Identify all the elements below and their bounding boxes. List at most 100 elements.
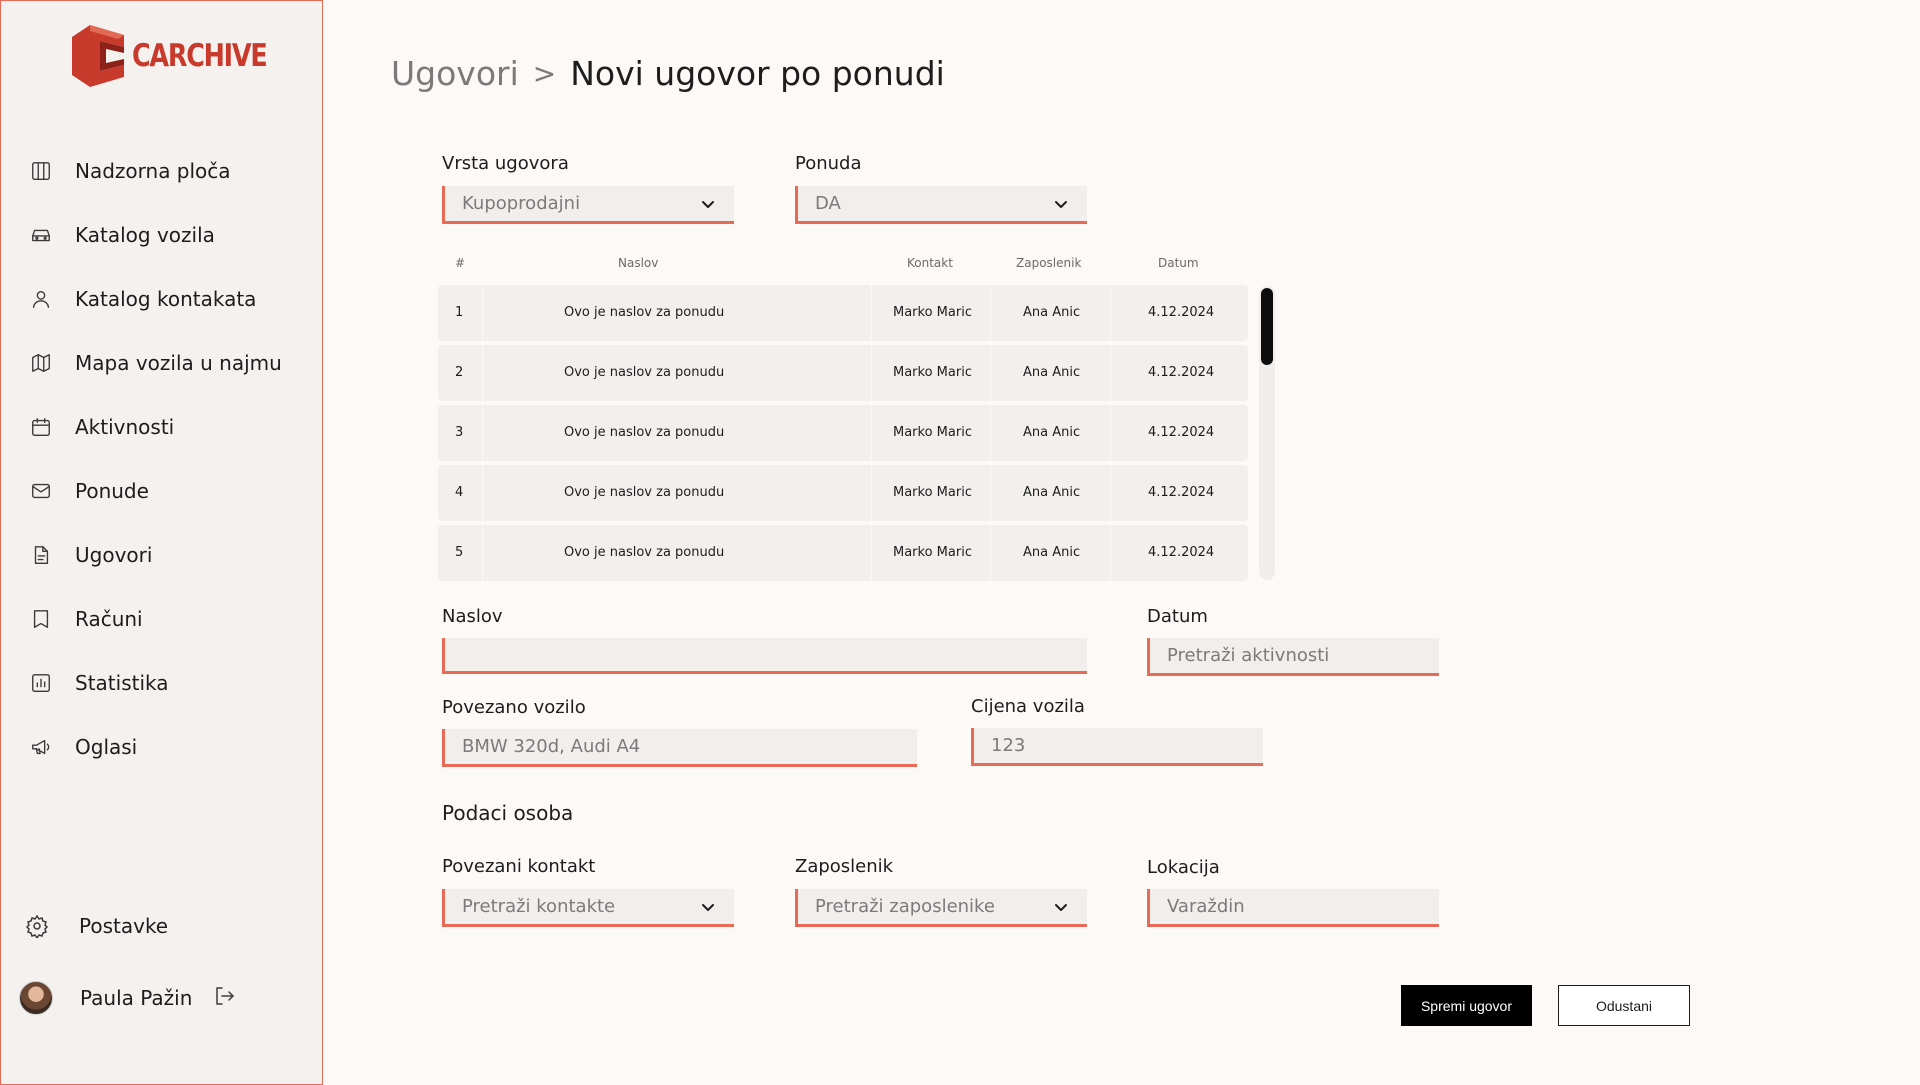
cell-kontakt: Marko Maric [893, 365, 972, 380]
breadcrumb: Ugovori > Novi ugovor po ponudi [391, 54, 945, 93]
save-contract-button[interactable]: Spremi ugovor [1401, 985, 1532, 1026]
cell-zaposlenik: Ana Anic [1023, 485, 1081, 500]
price-input[interactable] [971, 728, 1263, 766]
table-row[interactable]: 3 Ovo je naslov za ponudu Marko Maric An… [438, 405, 1248, 461]
price-label: Cijena vozila [971, 696, 1085, 717]
cell-datum: 4.12.2024 [1148, 305, 1215, 320]
cell-number: 2 [455, 365, 464, 380]
cell-number: 3 [455, 425, 464, 440]
sidebar-item-katalog-kontakata[interactable]: Katalog kontakata [29, 279, 256, 319]
location-label: Lokacija [1147, 857, 1220, 878]
cancel-button[interactable]: Odustani [1558, 985, 1690, 1026]
cell-naslov: Ovo je naslov za ponudu [564, 365, 725, 380]
chart-icon [29, 671, 53, 695]
mail-icon [29, 479, 53, 503]
sidebar-item-label: Ugovori [75, 543, 153, 567]
section-title-podaci-osoba: Podaci osoba [442, 801, 574, 825]
sidebar-item-label: Mapa vozila u najmu [75, 351, 282, 375]
receipt-icon [29, 607, 53, 631]
sidebar-item-statistika[interactable]: Statistika [29, 663, 169, 703]
cell-naslov: Ovo je naslov za ponudu [564, 485, 725, 500]
cell-naslov: Ovo je naslov za ponudu [564, 425, 725, 440]
vehicle-input-field[interactable] [462, 736, 917, 757]
employee-select[interactable]: Pretraži zaposlenike [795, 889, 1087, 927]
cell-zaposlenik: Ana Anic [1023, 545, 1081, 560]
sidebar-item-label: Ponude [75, 479, 149, 503]
logo-text: CARCHIVE [132, 38, 268, 74]
cell-naslov: Ovo je naslov za ponudu [564, 545, 725, 560]
column-header-naslov: Naslov [618, 256, 659, 270]
sidebar-item-label: Računi [75, 607, 143, 631]
employee-placeholder: Pretraži zaposlenike [815, 896, 995, 917]
cell-kontakt: Marko Maric [893, 545, 972, 560]
sidebar-item-racuni[interactable]: Računi [29, 599, 143, 639]
breadcrumb-parent[interactable]: Ugovori [391, 54, 519, 93]
title-input[interactable] [442, 638, 1087, 674]
sidebar-item-label: Statistika [75, 671, 169, 695]
sidebar-item-ugovori[interactable]: Ugovori [29, 535, 152, 575]
offer-select[interactable]: DA [795, 186, 1087, 224]
sidebar-item-postavke[interactable]: Postavke [25, 906, 168, 946]
megaphone-icon [29, 735, 53, 759]
user-name: Paula Pažin [80, 986, 193, 1010]
cell-kontakt: Marko Maric [893, 425, 972, 440]
vehicle-input[interactable] [442, 729, 917, 767]
contract-type-select[interactable]: Kupoprodajni [442, 186, 734, 224]
sidebar-item-label: Katalog kontakata [75, 287, 257, 311]
sidebar-item-aktivnosti[interactable]: Aktivnosti [29, 407, 174, 447]
sidebar-item-label: Oglasi [75, 735, 138, 759]
title-input-field[interactable] [462, 644, 1087, 665]
cell-zaposlenik: Ana Anic [1023, 305, 1081, 320]
contact-placeholder: Pretraži kontakte [462, 896, 616, 917]
cell-number: 4 [455, 485, 464, 500]
avatar[interactable] [19, 981, 53, 1015]
sidebar-item-label: Aktivnosti [75, 415, 175, 439]
offer-value: DA [815, 193, 841, 214]
table-row[interactable]: 2 Ovo je naslov za ponudu Marko Maric An… [438, 345, 1248, 401]
table-row[interactable]: 1 Ovo je naslov za ponudu Marko Maric An… [438, 285, 1248, 341]
cell-zaposlenik: Ana Anic [1023, 365, 1081, 380]
contact-select[interactable]: Pretraži kontakte [442, 889, 734, 927]
cell-datum: 4.12.2024 [1148, 485, 1215, 500]
sidebar-item-nadzorna-ploca[interactable]: Nadzorna ploča [29, 151, 231, 191]
cell-number: 1 [455, 305, 464, 320]
sidebar-item-label: Katalog vozila [75, 223, 215, 247]
cell-zaposlenik: Ana Anic [1023, 425, 1081, 440]
chevron-down-icon [700, 899, 716, 915]
sidebar-item-oglasi[interactable]: Oglasi [29, 727, 137, 767]
sidebar-item-label: Nadzorna ploča [75, 159, 231, 183]
map-icon [29, 351, 53, 375]
cell-kontakt: Marko Maric [893, 485, 972, 500]
logo[interactable]: CARCHIVE [72, 25, 296, 87]
location-input-field[interactable] [1167, 896, 1439, 917]
offer-label: Ponuda [795, 153, 862, 174]
contract-type-label: Vrsta ugovora [442, 153, 569, 174]
sidebar-item-katalog-vozila[interactable]: Katalog vozila [29, 215, 215, 255]
user-profile: Paula Pažin [19, 978, 236, 1018]
column-header-zaposlenik: Zaposlenik [1016, 256, 1082, 270]
chevron-down-icon [1053, 899, 1069, 915]
user-icon [29, 287, 53, 311]
page-title: Novi ugovor po ponudi [570, 54, 945, 93]
date-input[interactable] [1147, 638, 1439, 676]
table-scrollbar-thumb[interactable] [1261, 288, 1273, 365]
sidebar-item-mapa-vozila[interactable]: Mapa vozila u najmu [29, 343, 282, 383]
cell-datum: 4.12.2024 [1148, 545, 1215, 560]
contract-type-value: Kupoprodajni [462, 193, 581, 214]
table-row[interactable]: 5 Ovo je naslov za ponudu Marko Maric An… [438, 525, 1248, 581]
date-input-field[interactable] [1167, 645, 1439, 666]
column-header-number: # [455, 256, 466, 270]
title-label: Naslov [442, 606, 503, 627]
cell-kontakt: Marko Maric [893, 305, 972, 320]
document-icon [29, 543, 53, 567]
location-input[interactable] [1147, 889, 1439, 927]
dashboard-icon [29, 159, 53, 183]
price-input-field[interactable] [991, 735, 1263, 756]
table-row[interactable]: 4 Ovo je naslov za ponudu Marko Maric An… [438, 465, 1248, 521]
cell-naslov: Ovo je naslov za ponudu [564, 305, 725, 320]
cell-datum: 4.12.2024 [1148, 425, 1215, 440]
logout-icon[interactable] [212, 984, 236, 1012]
sidebar: CARCHIVE Nadzorna ploča Katalog vozila K… [0, 0, 323, 1085]
vehicle-label: Povezano vozilo [442, 697, 586, 718]
sidebar-item-ponude[interactable]: Ponude [29, 471, 149, 511]
